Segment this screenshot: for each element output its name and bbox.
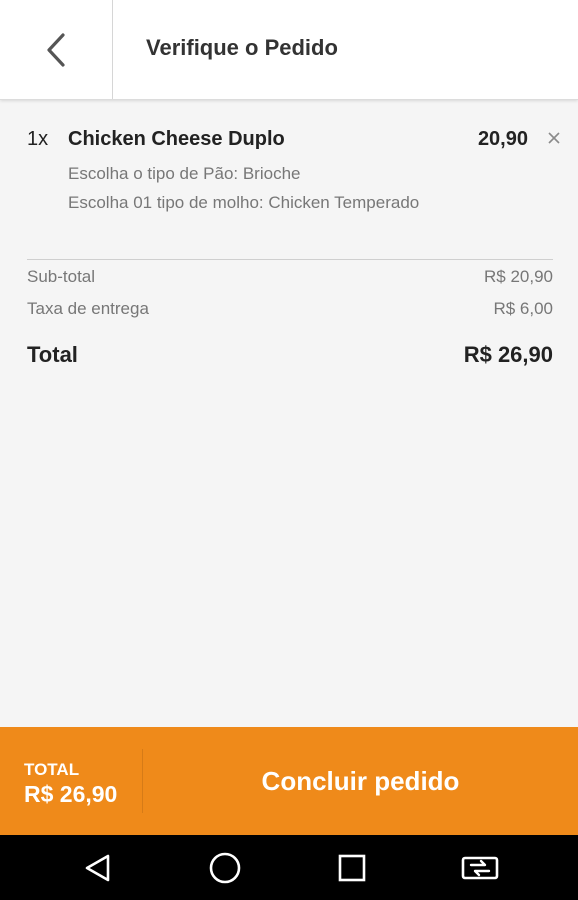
item-option: Escolha o tipo de Pão: Brioche bbox=[68, 164, 301, 183]
delivery-fee-label: Taxa de entrega bbox=[27, 299, 149, 318]
item-name: Chicken Cheese Duplo bbox=[68, 128, 285, 150]
total-label: Total bbox=[27, 342, 78, 367]
total-value: R$ 26,90 bbox=[463, 342, 553, 367]
nav-recents-button[interactable] bbox=[312, 835, 392, 900]
page-title: Verifique o Pedido bbox=[146, 35, 338, 60]
close-icon[interactable] bbox=[546, 130, 562, 146]
item-price: 20,90 bbox=[477, 128, 528, 150]
item-option: Escolha 01 tipo de molho: Chicken Temper… bbox=[68, 193, 420, 212]
checkout-total-value: R$ 26,90 bbox=[24, 781, 118, 807]
back-button[interactable] bbox=[0, 0, 113, 99]
nav-cast-button[interactable] bbox=[440, 835, 520, 900]
chevron-left-icon[interactable] bbox=[45, 32, 67, 68]
recents-square-icon[interactable] bbox=[337, 853, 367, 883]
subtotal-value: R$ 20,90 bbox=[484, 267, 553, 286]
app-bar: Verifique o Pedido bbox=[0, 0, 578, 100]
nav-home-button[interactable] bbox=[185, 835, 265, 900]
nav-back-button[interactable] bbox=[58, 835, 138, 900]
screen-cast-icon[interactable] bbox=[461, 854, 499, 882]
subtotal-label: Sub-total bbox=[27, 267, 96, 286]
item-quantity: 1x bbox=[27, 128, 49, 150]
checkout-bar: TOTAL R$ 26,90 Concluir pedido bbox=[0, 727, 578, 835]
system-nav-bar bbox=[0, 835, 578, 900]
divider bbox=[27, 259, 553, 260]
conclude-order-button[interactable]: Concluir pedido bbox=[143, 727, 578, 835]
back-triangle-icon[interactable] bbox=[83, 853, 113, 883]
home-circle-icon[interactable] bbox=[208, 851, 242, 885]
delivery-fee-value: R$ 6,00 bbox=[493, 299, 553, 318]
checkout-total-label: TOTAL bbox=[24, 760, 80, 779]
